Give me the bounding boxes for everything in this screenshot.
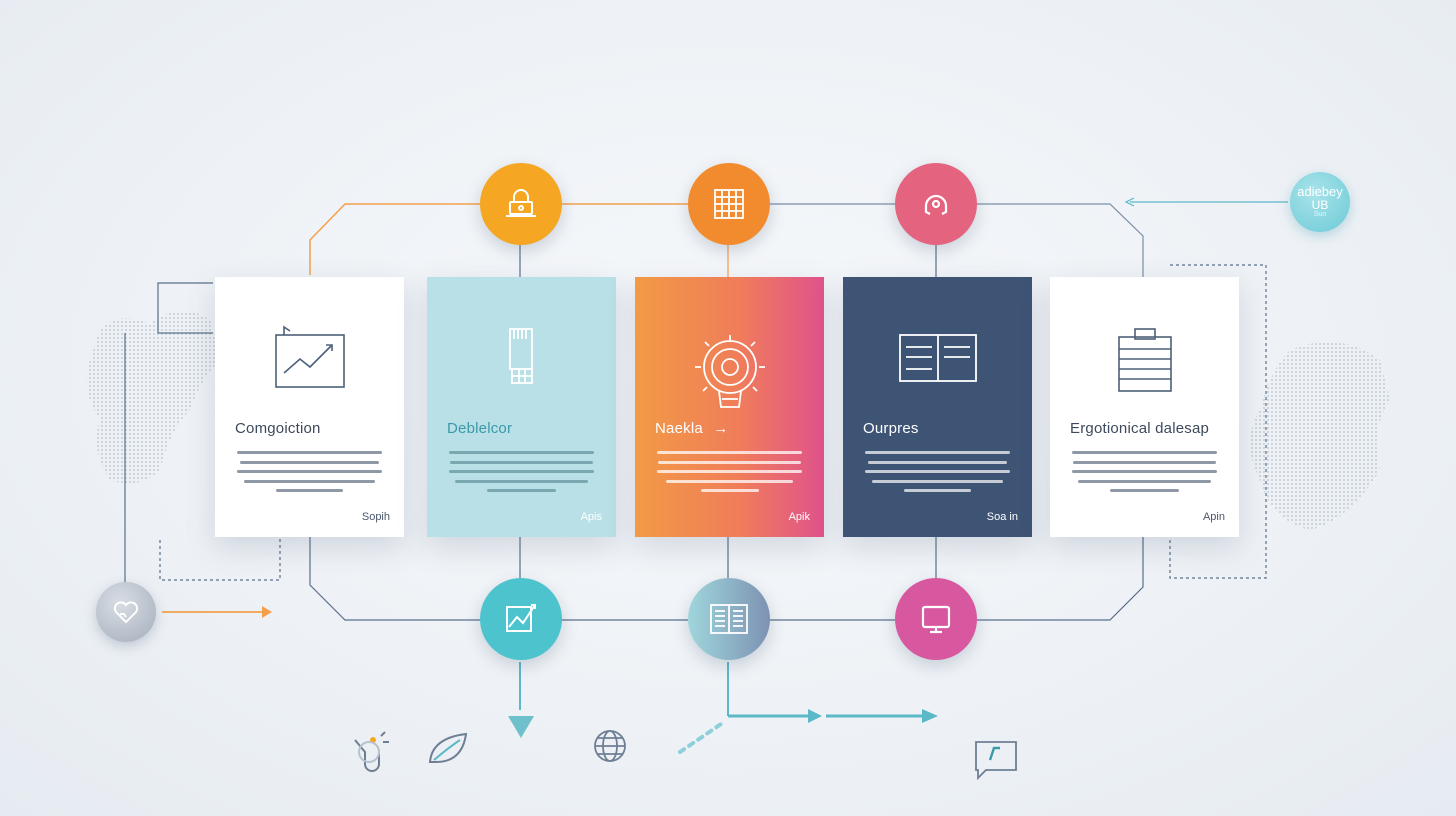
monitor-icon — [921, 605, 951, 634]
top-node-laptop-lock[interactable] — [480, 163, 562, 245]
lightbulb-gear-icon — [694, 335, 765, 408]
card-body-text — [865, 451, 1010, 499]
line-chart-icon — [274, 325, 345, 388]
card-title: Naekla → — [655, 420, 729, 437]
step-card-3[interactable]: Naekla → Apik — [635, 277, 824, 537]
card-footer-label[interactable]: Sopih — [362, 511, 390, 523]
card-body-text — [449, 451, 594, 499]
card-title: Ergotionical dalesap — [1070, 420, 1210, 437]
right-arrow-icon: → — [713, 420, 729, 437]
card-footer-label[interactable]: Soa in — [987, 511, 1018, 523]
card-title: Comgoiction — [235, 420, 321, 437]
bottom-node-book[interactable] — [688, 578, 770, 660]
book-icon — [710, 604, 748, 634]
top-right-badge[interactable]: adiebey UB Sun — [1290, 172, 1350, 232]
clipboard-list-icon — [1117, 328, 1172, 392]
card-title: Deblelcor — [447, 420, 513, 437]
chart-board-icon — [506, 604, 536, 632]
heart-hand-icon — [113, 601, 139, 624]
step-card-2[interactable]: Deblelcor Apis — [427, 277, 616, 537]
step-card-5[interactable]: Ergotionical dalesap Apin — [1050, 277, 1239, 537]
card-title: Ourpres — [863, 420, 919, 437]
hand-touch-icon — [354, 731, 389, 772]
chat-check-icon — [975, 741, 1017, 780]
card-footer-label[interactable]: Apin — [1203, 511, 1225, 523]
card-body-text — [1072, 451, 1217, 499]
server-device-icon — [508, 328, 533, 384]
card-footer-label[interactable]: Apik — [789, 511, 810, 523]
grid-calendar-icon — [714, 189, 744, 219]
step-card-4[interactable]: Ourpres Soa in — [843, 277, 1032, 537]
badge-line-3: Sun — [1313, 211, 1327, 219]
leaf-icon — [428, 732, 468, 763]
left-node-heart-hand[interactable] — [96, 582, 156, 642]
globe-icon — [594, 730, 626, 762]
card-body-text — [237, 451, 382, 499]
card-body-text — [657, 451, 802, 499]
bottom-node-monitor[interactable] — [895, 578, 977, 660]
badge-line-1: adiebey — [1297, 184, 1343, 200]
laptop-lock-icon — [506, 189, 536, 217]
top-node-grid-calendar[interactable] — [688, 163, 770, 245]
card-footer-label[interactable]: Apis — [581, 511, 602, 523]
bottom-node-chart-board[interactable] — [480, 578, 562, 660]
badge-line-2: UB — [1311, 197, 1329, 212]
open-book-icon — [898, 334, 977, 382]
top-node-headset[interactable] — [895, 163, 977, 245]
headset-icon — [924, 194, 948, 215]
step-card-1[interactable]: Comgoiction Sopih — [215, 277, 404, 537]
